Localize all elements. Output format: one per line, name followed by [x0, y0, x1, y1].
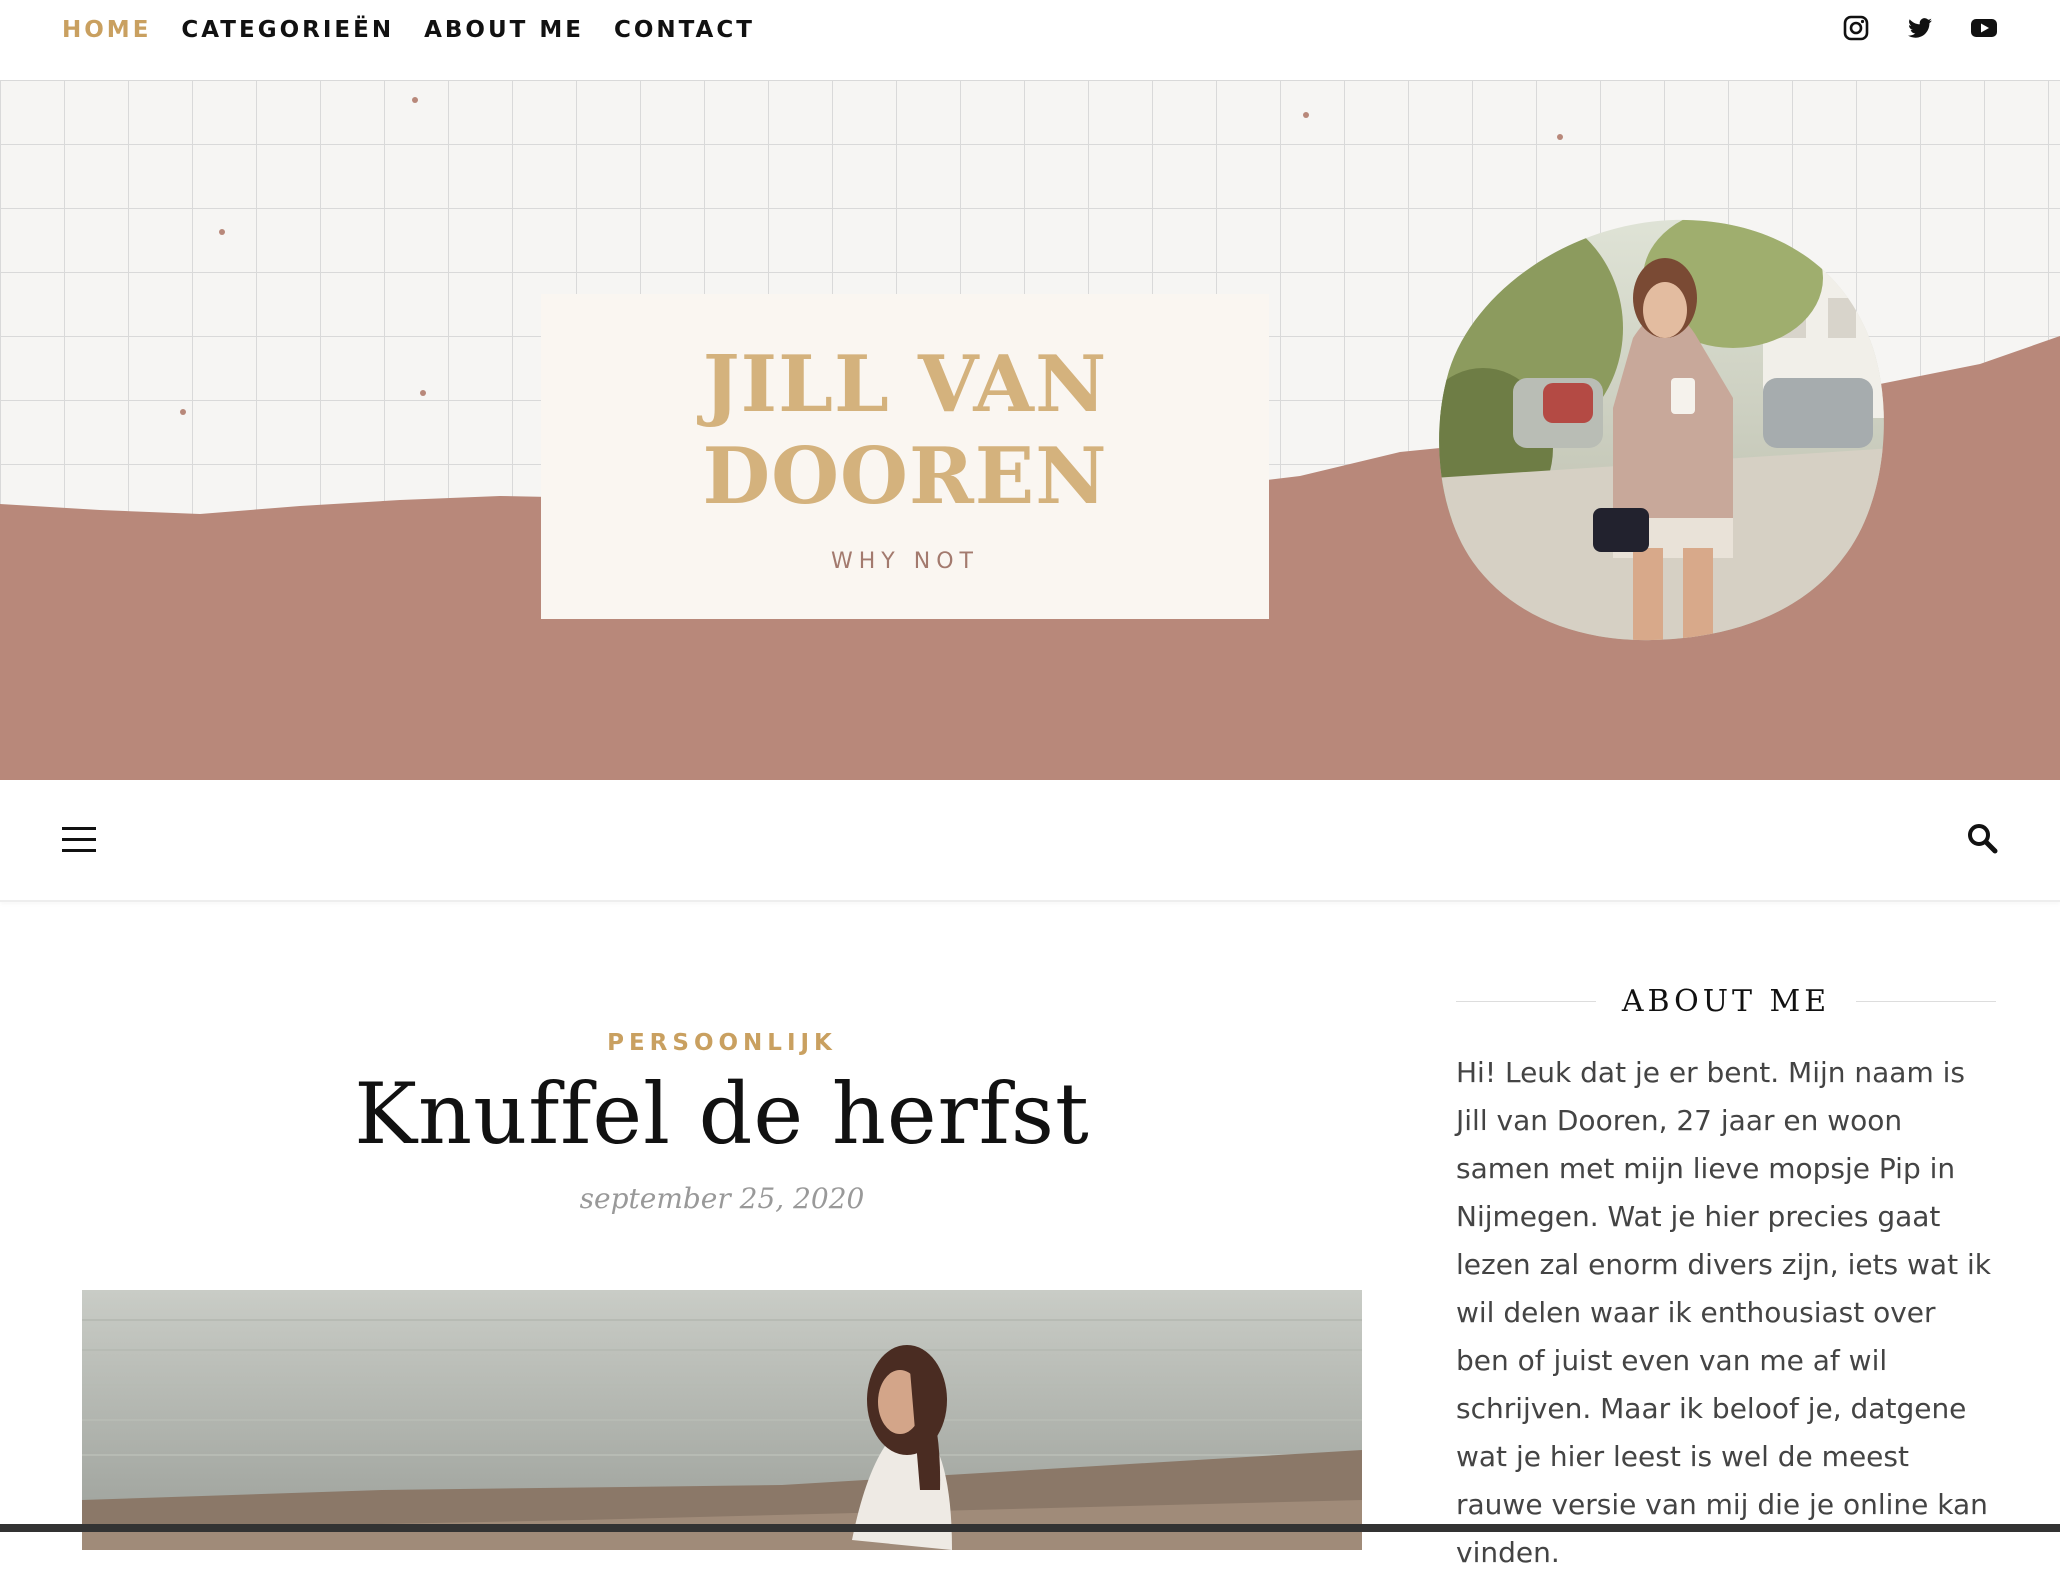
- about-me-text: Hi! Leuk dat je er bent. Mijn naam is Ji…: [1456, 1056, 1991, 1569]
- site-logo[interactable]: JILL VAN DOOREN WHY NOT: [541, 294, 1269, 619]
- featured-image[interactable]: [82, 1290, 1362, 1550]
- search-icon[interactable]: [1966, 822, 1998, 854]
- window-bottom-edge: [0, 1524, 2060, 1532]
- post-date: september 25, 2020: [579, 1182, 865, 1215]
- sidebar: ABOUT ME Hi! Leuk dat je er bent. Mijn n…: [1456, 984, 1996, 1577]
- secondary-nav-bar: [0, 780, 2060, 902]
- social-links: [1842, 14, 1998, 42]
- nav-categories[interactable]: CATEGORIEËN: [181, 17, 394, 43]
- nav-contact[interactable]: CONTACT: [614, 17, 755, 43]
- widget-heading: ABOUT ME: [1621, 984, 1831, 1019]
- twitter-icon[interactable]: [1906, 14, 1934, 42]
- post-category[interactable]: PERSOONLIJK: [82, 1030, 1362, 1056]
- divider: [1856, 1001, 1996, 1002]
- hamburger-menu-icon[interactable]: [62, 827, 96, 853]
- about-me-widget-title: ABOUT ME: [1456, 984, 1996, 1019]
- logo-title: JILL VAN DOOREN: [702, 339, 1108, 522]
- top-bar: HOME CATEGORIEËN ABOUT ME CONTACT: [0, 0, 2060, 80]
- site-tagline: WHY NOT: [831, 549, 979, 574]
- header-banner: JILL VAN DOOREN WHY NOT: [0, 80, 2060, 780]
- profile-photo: [1439, 219, 1884, 641]
- youtube-icon[interactable]: [1970, 14, 1998, 42]
- top-navigation: HOME CATEGORIEËN ABOUT ME CONTACT: [62, 0, 755, 60]
- nav-about-me[interactable]: ABOUT ME: [424, 17, 584, 43]
- divider: [1456, 1001, 1596, 1002]
- instagram-icon[interactable]: [1842, 14, 1870, 42]
- nav-home[interactable]: HOME: [62, 17, 151, 43]
- post-title[interactable]: Knuffel de herfst: [82, 1064, 1362, 1164]
- main-content: PERSOONLIJK Knuffel de herfst september …: [82, 1000, 1362, 1550]
